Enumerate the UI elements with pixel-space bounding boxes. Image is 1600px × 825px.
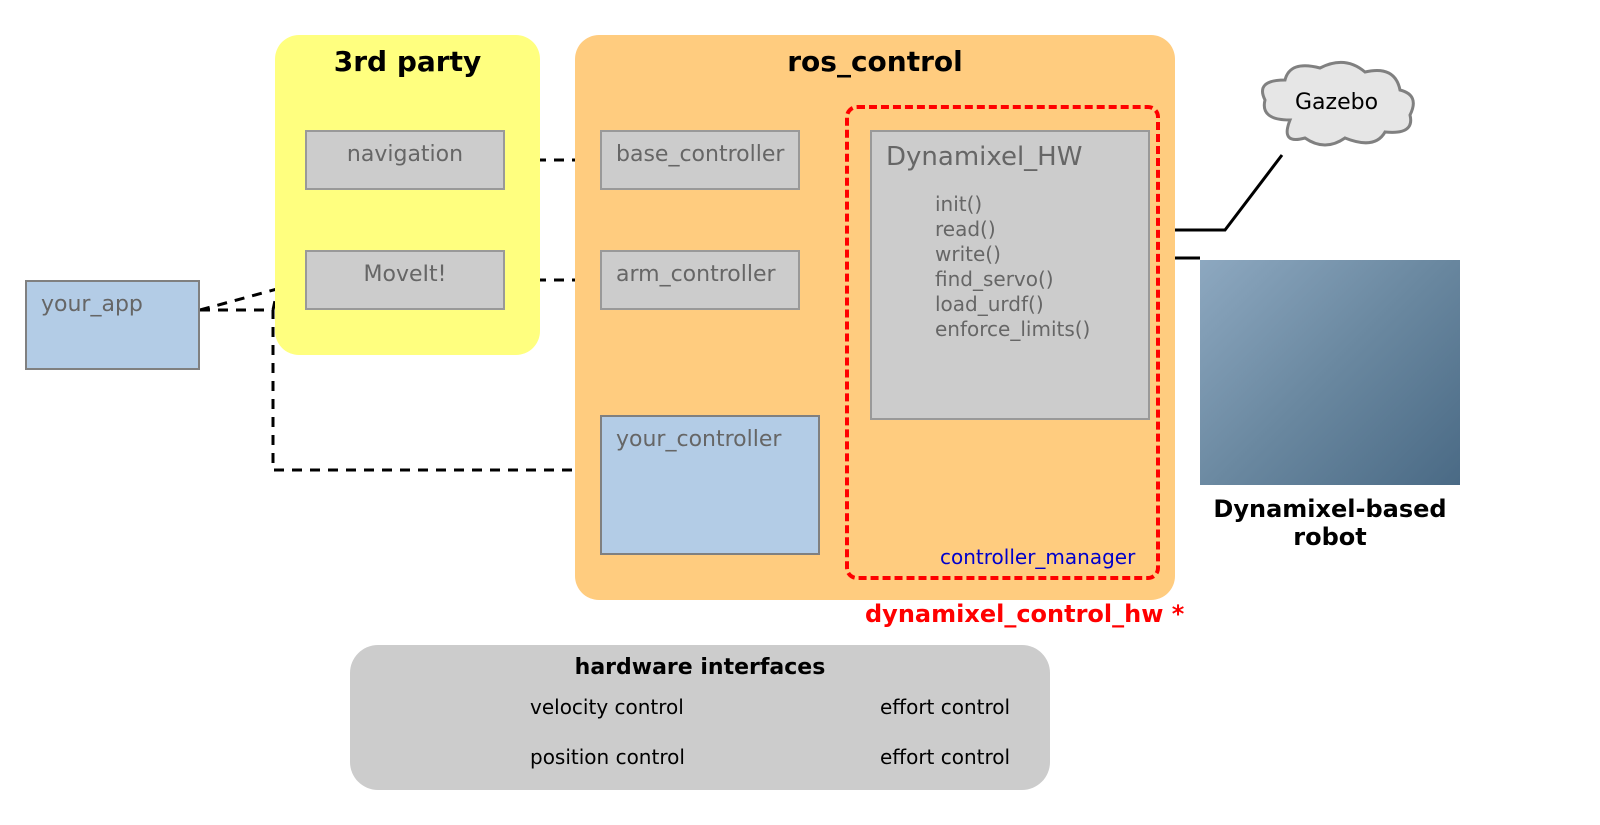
node-your-controller: your_controller [600, 415, 820, 555]
node-arm-controller: arm_controller [600, 250, 800, 310]
hw-methods: init() read() write() find_servo() load_… [935, 192, 1090, 342]
node-navigation: navigation [305, 130, 505, 190]
legend-position: position control [530, 745, 685, 769]
node-your-controller-label: your_controller [616, 427, 781, 452]
node-dynamixel-hw-label: Dynamixel_HW [886, 142, 1082, 172]
legend-title: hardware interfaces [350, 655, 1050, 680]
node-arm-controller-label: arm_controller [616, 262, 776, 287]
method-read: read() [935, 217, 1090, 242]
node-navigation-label: navigation [347, 142, 463, 167]
node-moveit: MoveIt! [305, 250, 505, 310]
method-find-servo: find_servo() [935, 267, 1090, 292]
title-third-party: 3rd party [275, 45, 540, 78]
node-your-app: your_app [25, 280, 200, 370]
title-ros-control: ros_control [575, 45, 1175, 78]
node-your-app-label: your_app [41, 292, 143, 317]
label-controller-manager: controller_manager [940, 545, 1135, 569]
legend-velocity: velocity control [530, 695, 684, 719]
method-enforce-limits: enforce_limits() [935, 317, 1090, 342]
node-base-controller-label: base_controller [616, 142, 784, 167]
robot-image [1200, 260, 1460, 485]
legend-effort-star: effort control [880, 745, 1010, 769]
legend-effort-diamond: effort control [880, 695, 1010, 719]
node-gazebo-label: Gazebo [1295, 90, 1378, 115]
node-moveit-label: MoveIt! [364, 262, 447, 287]
method-write: write() [935, 242, 1090, 267]
label-dynamixel-control-hw: dynamixel_control_hw * [865, 600, 1184, 628]
method-load-urdf: load_urdf() [935, 292, 1090, 317]
label-robot: Dynamixel-based robot [1200, 495, 1460, 551]
node-base-controller: base_controller [600, 130, 800, 190]
method-init: init() [935, 192, 1090, 217]
